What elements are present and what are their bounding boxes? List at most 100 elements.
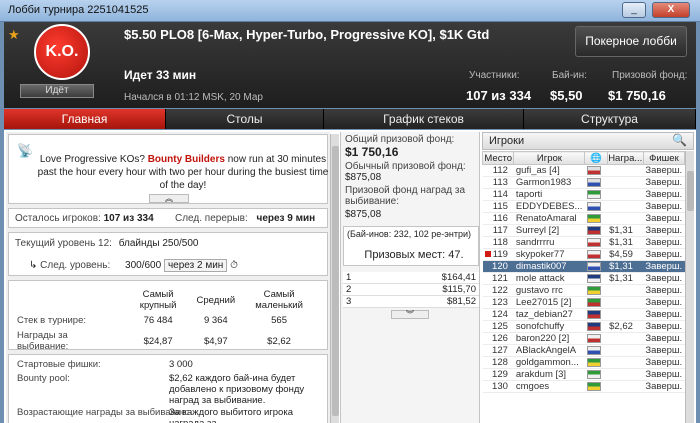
prizepool-value: $1 750,16 [608, 88, 666, 103]
next-level-row: ↳ След. уровень: 300/600 через 2 мин ⏱ [29, 259, 238, 272]
player-place: 128 [482, 356, 514, 369]
regular-prize-value: $875,08 [345, 172, 382, 183]
player-country [584, 296, 608, 309]
player-row[interactable]: 122 gustavo rrc Заверш. [482, 284, 685, 297]
player-award [607, 212, 644, 225]
scroll-thumb[interactable] [687, 171, 694, 211]
player-row[interactable]: 123 Lee27015 [2] Заверш. [482, 296, 685, 309]
player-award [607, 356, 644, 369]
flag-icon [586, 261, 601, 271]
player-row[interactable]: 112 gufi_as [4] Заверш. [482, 164, 685, 177]
close-button[interactable]: X [652, 2, 690, 18]
stacks-box: Самый крупный Средний Самый маленький Ст… [8, 280, 328, 352]
search-icon[interactable]: 🔍 [672, 133, 687, 147]
flag-icon [586, 213, 601, 223]
player-place-text: 124 [492, 309, 508, 320]
payout-amount: $115,70 [372, 283, 479, 296]
player-place: 126 [482, 332, 514, 345]
player-name: arakdum [3] [513, 368, 585, 381]
player-row[interactable]: 125 sonofchuffy $2,62 Заверш. [482, 320, 685, 333]
payout-amount: $81,52 [372, 295, 479, 308]
payout-amount: $164,41 [372, 272, 479, 284]
broadcast-icon: 📡 [17, 143, 34, 158]
collapse-promo-button[interactable]: ︽ [149, 194, 189, 203]
buyin-label: Бай-ин: [552, 70, 587, 81]
total-prize-label: Общий призовой фонд: [345, 134, 455, 145]
player-country [584, 236, 608, 249]
info-panel-scrollbar[interactable] [330, 134, 339, 423]
player-row[interactable]: 124 taz_debian27 Заверш. [482, 308, 685, 321]
stacks-cell: 565 [271, 315, 287, 326]
player-place: 114 [482, 188, 514, 201]
player-place-text: 122 [492, 285, 508, 296]
expand-payouts-button[interactable]: ︾ [391, 310, 429, 319]
stacks-row-chips: Стек в турнире: 76 484 9 364 565 [15, 313, 321, 328]
player-row[interactable]: 118 sandrrrru $1,31 Заверш. [482, 236, 685, 249]
tournament-title: $5.50 PLO8 [6-Max, Hyper-Turbo, Progress… [124, 27, 490, 42]
flag-icon [586, 225, 601, 235]
scroll-thumb[interactable] [332, 146, 339, 416]
player-award: $1,31 [607, 236, 644, 249]
player-row[interactable]: 127 ABlackAngelA Заверш. [482, 344, 685, 357]
col-place[interactable]: Место [481, 151, 515, 165]
stacks-header-average: Средний [196, 294, 236, 306]
tab-stack-chart[interactable]: График стеков [324, 109, 524, 129]
stacks-cell: $24,87 [143, 335, 173, 347]
player-country [584, 176, 608, 189]
stacks-cell: $4,97 [203, 335, 228, 347]
total-prize-value: $1 750,16 [345, 145, 399, 159]
players-scrollbar[interactable] [685, 151, 694, 423]
col-chips[interactable]: Фишек [642, 151, 686, 165]
player-row[interactable]: 119 skypoker77 $4,59 Заверш. [482, 248, 685, 261]
player-row[interactable]: 115 EDDYDEBES... Заверш. [482, 200, 685, 213]
player-row[interactable]: 128 goldgammon... Заверш. [482, 356, 685, 369]
current-level-label: Текущий уровень 12: [15, 238, 112, 249]
player-chips: Заверш. [643, 176, 685, 189]
paid-box: (Бай-инов: 232, 102 ре-энтри) Призовых м… [343, 226, 479, 266]
tab-main[interactable]: Главная [4, 109, 166, 129]
bounty-prize-value: $875,08 [345, 209, 382, 220]
bounty-builders-link[interactable]: Bounty Builders [148, 154, 225, 165]
player-row[interactable]: 130 cmgoes Заверш. [482, 380, 685, 393]
player-chips: Заверш. [643, 188, 685, 201]
tab-structure[interactable]: Структура [524, 109, 696, 129]
player-row[interactable]: 129 arakdum [3] Заверш. [482, 368, 685, 381]
players-left-row: Осталось игроков: 107 из 334 [15, 213, 154, 224]
player-place: 124 [482, 308, 514, 321]
tab-tables[interactable]: Столы [166, 109, 324, 129]
player-row[interactable]: 117 Surreyl [2] $1,31 Заверш. [482, 224, 685, 237]
info-label-progressive: Возрастающие награды за выбивание: [17, 407, 190, 418]
player-place-text: 112 [492, 165, 508, 176]
payout-row: 3 $81,52 [343, 295, 479, 308]
minimize-button[interactable]: _ [622, 2, 646, 18]
player-award [607, 188, 644, 201]
player-place-text: 130 [492, 381, 508, 392]
player-row[interactable]: 120 dimastik007 $1,31 Заверш. [482, 260, 685, 273]
player-row[interactable]: 126 baron220 [2] Заверш. [482, 332, 685, 345]
player-name: sonofchuffy [513, 320, 585, 333]
col-player[interactable]: Игрок [513, 151, 586, 165]
prize-panel: Общий призовой фонд: $1 750,16 Обычный п… [340, 132, 480, 423]
player-row[interactable]: 121 mole attack $1,31 Заверш. [482, 272, 685, 285]
player-row[interactable]: 114 taporti Заверш. [482, 188, 685, 201]
col-award[interactable]: Награ... [606, 151, 644, 165]
flag-icon [586, 165, 601, 175]
player-row[interactable]: 116 RenatoAmaral Заверш. [482, 212, 685, 225]
player-name: Garmon1983 [513, 176, 585, 189]
stacks-header-largest: Самый крупный [139, 289, 177, 311]
promo-text: Love Progressive KOs? Bounty Builders no… [37, 153, 329, 192]
col-country[interactable]: 🌐 [584, 151, 608, 165]
flag-icon [586, 345, 601, 355]
player-place-text: 115 [492, 201, 508, 212]
player-award [607, 176, 644, 189]
player-row[interactable]: 113 Garmon1983 Заверш. [482, 176, 685, 189]
players-header-row: Место Игрок 🌐 Награ... Фишек [481, 151, 686, 165]
favorite-star-icon[interactable]: ★ [8, 27, 20, 43]
player-place-text: 118 [492, 237, 508, 248]
poker-lobby-button[interactable]: Покерное лобби [575, 26, 687, 57]
player-chips: Заверш. [643, 344, 685, 357]
tournament-info-box: Стартовые фишки: 3 000 Bounty pool: $2,6… [8, 354, 328, 423]
player-name: taporti [513, 188, 585, 201]
player-name: Lee27015 [2] [513, 296, 585, 309]
player-country [584, 164, 608, 177]
